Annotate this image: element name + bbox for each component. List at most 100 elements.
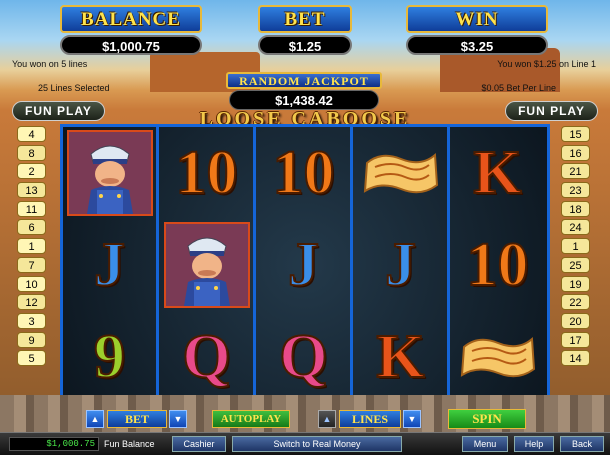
win-value: $3.25 — [406, 35, 548, 55]
line-indicator[interactable]: 20 — [561, 312, 590, 329]
card-symbol: 10 — [175, 138, 239, 207]
card-symbol: J — [93, 230, 126, 299]
game-stage: BALANCE $1,000.75 BET $1.25 WIN $3.25 Yo… — [0, 0, 610, 432]
line-indicator[interactable]: 3 — [17, 312, 46, 329]
status-balance: $1,000.75 — [9, 437, 99, 451]
bet-meter: BET $1.25 — [258, 5, 352, 55]
reel-symbol-cell: K — [451, 127, 544, 218]
line-indicator[interactable]: 2 — [17, 163, 46, 180]
reel: K 10 — [451, 127, 547, 402]
ticket-symbol — [361, 143, 441, 203]
bet-button[interactable]: BET — [107, 410, 167, 428]
switch-real-money-button[interactable]: Switch to Real Money — [232, 436, 402, 452]
line-indicator[interactable]: 12 — [17, 294, 46, 311]
line-indicator[interactable]: 8 — [17, 144, 46, 161]
card-symbol: 9 — [93, 322, 126, 391]
down-arrow-icon: ▼ — [407, 414, 417, 424]
control-bar: ▲ BET ▼ AUTOPLAY ▲ LINES ▼ SPIN — [82, 408, 532, 430]
reel: 10 Q — [160, 127, 256, 402]
line-indicator[interactable]: 5 — [17, 350, 46, 367]
win-label: WIN — [406, 5, 548, 33]
line-indicator[interactable]: 14 — [561, 350, 590, 367]
up-arrow-icon: ▲ — [322, 414, 332, 424]
ticket-symbol — [458, 327, 538, 387]
line-indicator[interactable]: 24 — [561, 219, 590, 236]
autoplay-button[interactable]: AUTOPLAY — [212, 410, 290, 428]
conductor-symbol — [163, 221, 250, 308]
down-arrow-icon: ▼ — [173, 414, 183, 424]
reel-symbol-cell: K — [354, 311, 447, 402]
line-indicator[interactable]: 13 — [17, 182, 46, 199]
line-indicator[interactable]: 16 — [561, 144, 590, 161]
back-button[interactable]: Back — [560, 436, 604, 452]
fun-balance-label: Fun Balance — [104, 439, 155, 449]
menu-button[interactable]: Menu — [462, 436, 508, 452]
line-indicator[interactable]: 19 — [561, 275, 590, 292]
lines-down-button[interactable]: ▼ — [403, 410, 421, 428]
won-on-line-message: You won $1.25 on Line 1 — [497, 59, 596, 69]
line-indicator[interactable]: 4 — [17, 126, 46, 142]
conductor-symbol — [66, 129, 153, 216]
line-indicator[interactable]: 21 — [561, 163, 590, 180]
balance-label: BALANCE — [60, 5, 202, 33]
status-bar: $1,000.75 Fun Balance Cashier Switch to … — [0, 432, 610, 455]
spin-button[interactable]: SPIN — [448, 409, 526, 429]
card-symbol: J — [287, 230, 320, 299]
reel-symbol-cell: 10 — [160, 127, 253, 218]
reel-symbol-cell — [160, 219, 253, 310]
card-symbol: 10 — [272, 138, 336, 207]
reel: JK — [354, 127, 450, 402]
lines-selected-message: 25 Lines Selected — [38, 83, 110, 93]
reel-symbol-cell: 9 — [63, 311, 156, 402]
card-symbol: K — [375, 322, 425, 391]
reel-symbol-cell: Q — [160, 311, 253, 402]
line-indicator[interactable]: 7 — [17, 256, 46, 273]
help-button[interactable]: Help — [514, 436, 554, 452]
bet-label: BET — [258, 5, 352, 33]
won-lines-message: You won on 5 lines — [12, 59, 88, 69]
fun-play-badge-right: FUN PLAY — [505, 101, 598, 121]
line-indicator[interactable]: 17 — [561, 331, 590, 348]
jackpot-value: $1,438.42 — [229, 90, 379, 110]
left-line-indicators: 4 8 2 13 11 6 1 7 10 12 3 9 5 — [17, 126, 46, 369]
fun-play-badge-left: FUN PLAY — [12, 101, 105, 121]
card-symbol: Q — [278, 322, 328, 391]
reel-symbol-cell — [354, 127, 447, 218]
bet-value: $1.25 — [258, 35, 352, 55]
reel-symbol-cell: J — [257, 219, 350, 310]
balance-meter: BALANCE $1,000.75 — [60, 5, 202, 55]
bet-up-button[interactable]: ▲ — [86, 410, 104, 428]
bet-down-button[interactable]: ▼ — [169, 410, 187, 428]
line-indicator[interactable]: 18 — [561, 200, 590, 217]
card-symbol: K — [472, 138, 522, 207]
up-arrow-icon: ▲ — [90, 414, 100, 424]
win-meter: WIN $3.25 — [406, 5, 548, 55]
right-line-indicators: 15 16 21 23 18 24 1 25 19 22 20 17 14 — [561, 126, 590, 369]
balance-value: $1,000.75 — [60, 35, 202, 55]
bet-per-line-message: $0.05 Bet Per Line — [481, 83, 556, 93]
random-jackpot: RANDOM JACKPOT $1,438.42 — [226, 72, 382, 110]
line-indicator[interactable]: 25 — [561, 256, 590, 273]
card-symbol: 10 — [466, 230, 530, 299]
line-indicator[interactable]: 11 — [17, 200, 46, 217]
line-indicator[interactable]: 15 — [561, 126, 590, 142]
line-indicator[interactable]: 1 — [561, 238, 590, 255]
line-indicator[interactable]: 10 — [17, 275, 46, 292]
line-indicator[interactable]: 22 — [561, 294, 590, 311]
line-indicator[interactable]: 23 — [561, 182, 590, 199]
reel-symbol-cell: J — [63, 219, 156, 310]
line-indicator[interactable]: 9 — [17, 331, 46, 348]
lines-button[interactable]: LINES — [339, 410, 401, 428]
lines-up-button[interactable]: ▲ — [318, 410, 336, 428]
reel-symbol-cell: 10 — [257, 127, 350, 218]
line-indicator[interactable]: 1 — [17, 238, 46, 255]
reel-symbol-cell: 10 — [451, 219, 544, 310]
reel-symbol-cell — [63, 127, 156, 218]
reel-symbol-cell — [451, 311, 544, 402]
cashier-button[interactable]: Cashier — [172, 436, 226, 452]
reel-area: J 9 10 Q 10 J Q J K K 10 — [60, 124, 550, 405]
card-symbol: Q — [181, 322, 231, 391]
card-symbol: J — [384, 230, 417, 299]
line-indicator[interactable]: 6 — [17, 219, 46, 236]
reel: J9 — [63, 127, 159, 402]
